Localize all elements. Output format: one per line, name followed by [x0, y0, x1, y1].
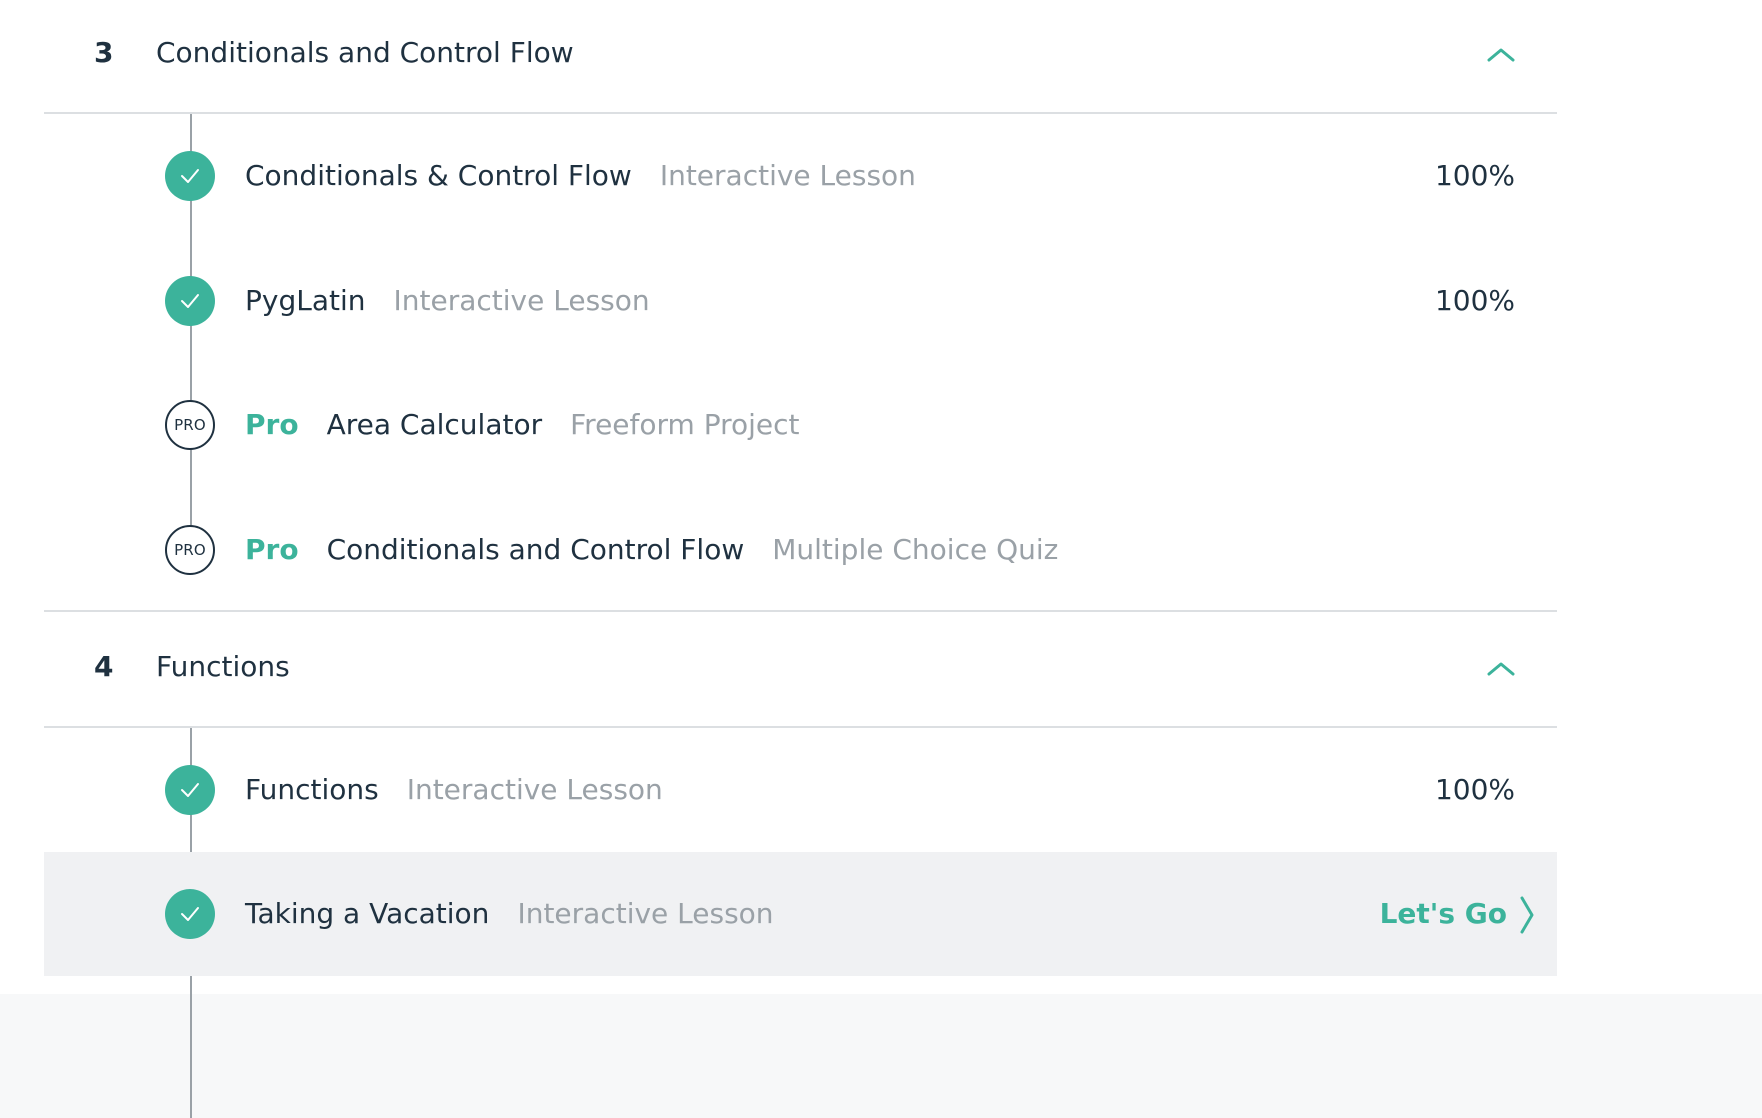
section-title: Conditionals and Control Flow: [156, 36, 574, 69]
lets-go-button[interactable]: Let's Go: [1380, 894, 1535, 935]
lets-go-label: Let's Go: [1379, 897, 1507, 930]
section-header-4[interactable]: 4 Functions: [44, 612, 1557, 726]
completed-checkmark-icon: [165, 151, 215, 201]
lesson-type: Interactive Lesson: [659, 159, 916, 192]
chevron-up-icon[interactable]: [1487, 47, 1515, 63]
completed-checkmark-icon: [165, 765, 215, 815]
lesson-title: PygLatin: [245, 284, 366, 317]
lesson-title: Taking a Vacation: [245, 897, 490, 930]
lesson-type: Interactive Lesson: [393, 284, 650, 317]
lesson-type: Interactive Lesson: [406, 773, 663, 806]
lesson-type: Multiple Choice Quiz: [772, 533, 1059, 566]
section-number: 4: [94, 650, 114, 683]
lesson-row[interactable]: PRO Pro Conditionals and Control Flow Mult…: [44, 486, 1557, 610]
lesson-progress: 100%: [1434, 159, 1515, 192]
lesson-title: Conditionals & Control Flow: [245, 159, 632, 192]
lesson-type: Freeform Project: [570, 408, 800, 441]
completed-checkmark-icon: [165, 889, 215, 939]
pro-label: Pro: [245, 408, 299, 441]
lesson-row[interactable]: PygLatin Interactive Lesson 100%: [44, 238, 1557, 362]
section-title: Functions: [156, 650, 290, 683]
section-number: 3: [94, 36, 114, 69]
lesson-title: Area Calculator: [326, 408, 543, 441]
lesson-row-current[interactable]: Taking a Vacation Interactive Lesson Let'…: [44, 852, 1557, 976]
chevron-right-icon: [1520, 896, 1534, 934]
lesson-row[interactable]: Functions Interactive Lesson 100%: [44, 728, 1557, 852]
lesson-progress: 100%: [1434, 773, 1515, 806]
completed-checkmark-icon: [165, 276, 215, 326]
lesson-title: Functions: [245, 773, 379, 806]
chevron-up-icon[interactable]: [1487, 661, 1515, 677]
lesson-type: Interactive Lesson: [517, 897, 774, 930]
pro-badge-icon: PRO: [165, 525, 215, 575]
lesson-title: Conditionals and Control Flow: [326, 533, 745, 566]
lesson-row[interactable]: PRO Pro Area Calculator Freeform Project: [44, 362, 1557, 486]
lesson-progress: 100%: [1434, 284, 1515, 317]
section-header-3[interactable]: 3 Conditionals and Control Flow: [44, 0, 1557, 114]
lesson-row[interactable]: Conditionals & Control Flow Interactive L…: [44, 114, 1557, 238]
pro-badge-icon: PRO: [165, 400, 215, 450]
course-syllabus: 3 Conditionals and Control Flow Conditio…: [0, 0, 1762, 1118]
page-bottom-area: [0, 994, 1762, 1118]
pro-label: Pro: [245, 533, 299, 566]
